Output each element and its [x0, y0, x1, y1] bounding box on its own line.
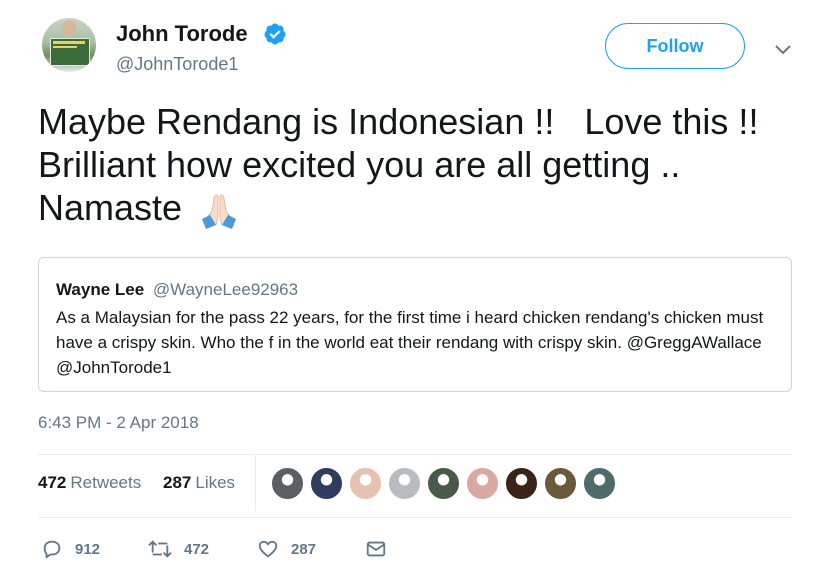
- tweet-line: Brilliant how excited you are all gettin…: [38, 144, 681, 185]
- retweets-count: 472: [38, 473, 67, 492]
- liker-avatar[interactable]: [271, 467, 304, 500]
- avatar-head: [62, 20, 76, 36]
- divider: [38, 517, 792, 518]
- author-handle[interactable]: @JohnTorode1: [116, 52, 238, 76]
- envelope-icon: [366, 541, 386, 557]
- like-count: 287: [291, 540, 317, 558]
- liker-avatar[interactable]: [583, 467, 616, 500]
- liker-avatar[interactable]: [466, 467, 499, 500]
- liker-avatar[interactable]: [349, 467, 382, 500]
- tweet-timestamp[interactable]: 6:43 PM - 2 Apr 2018: [38, 412, 199, 434]
- tweet-line: Namaste: [38, 187, 183, 228]
- likes-stat[interactable]: 287 Likes: [163, 472, 235, 494]
- avatar-book-title: [53, 41, 85, 44]
- author-name[interactable]: John Torode: [116, 20, 248, 48]
- liker-avatar[interactable]: [427, 467, 460, 500]
- reply-action[interactable]: 912: [41, 534, 100, 564]
- reply-icon: [43, 540, 61, 559]
- divider: [38, 454, 792, 455]
- avatar-book-subtitle: [53, 46, 77, 48]
- liker-avatar[interactable]: [388, 467, 421, 500]
- tweet-line: Maybe Rendang is Indonesian !! Love this…: [38, 101, 759, 142]
- tweet-text: Maybe Rendang is Indonesian !! Love this…: [38, 100, 818, 231]
- likes-label: Likes: [195, 473, 236, 492]
- quoted-author-name: Wayne Lee: [56, 280, 145, 299]
- liker-avatar[interactable]: [544, 467, 577, 500]
- author-avatar[interactable]: [42, 18, 96, 72]
- direct-message-action[interactable]: [365, 534, 387, 564]
- follow-button[interactable]: Follow: [605, 23, 745, 69]
- quoted-author-handle: @WayneLee92963: [152, 280, 299, 299]
- liker-avatar[interactable]: [505, 467, 538, 500]
- quoted-tweet[interactable]: Wayne Lee @WayneLee92963 As a Malaysian …: [38, 257, 792, 392]
- retweet-icon: [148, 540, 172, 558]
- heart-icon: [258, 540, 278, 558]
- chevron-down-icon[interactable]: [772, 38, 794, 60]
- liker-avatar[interactable]: [310, 467, 343, 500]
- stats-divider: [255, 455, 256, 511]
- like-action[interactable]: 287: [257, 534, 316, 564]
- verified-badge-icon: [264, 23, 286, 45]
- quoted-tweet-header: Wayne Lee @WayneLee92963: [56, 280, 298, 300]
- reply-count: 912: [75, 540, 101, 558]
- folded-hands-emoji-icon: [202, 194, 237, 230]
- retweet-action[interactable]: 472: [148, 534, 209, 564]
- retweets-stat[interactable]: 472 Retweets: [38, 472, 141, 494]
- tweet-line-last: Namaste: [38, 186, 818, 231]
- retweets-label: Retweets: [70, 473, 142, 492]
- retweet-count: 472: [184, 540, 210, 558]
- quoted-tweet-text: As a Malaysian for the pass 22 years, fo…: [56, 308, 764, 377]
- likes-count: 287: [163, 473, 192, 492]
